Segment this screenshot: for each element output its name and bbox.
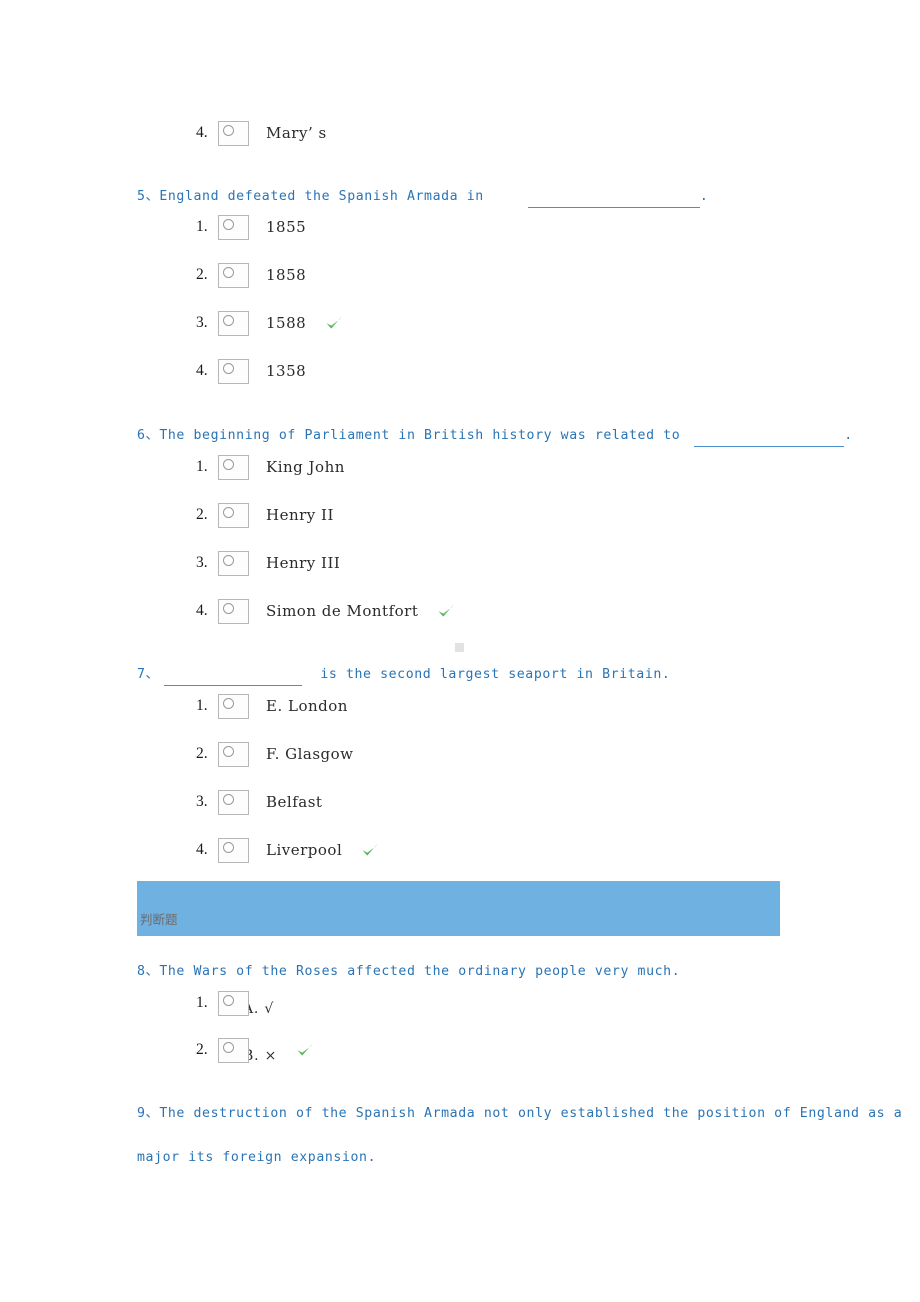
question-text: England defeated the Spanish Armada in [159,189,484,204]
option-label: E. London [266,697,348,715]
option-label: Mary’ s [266,124,327,142]
section-banner-label: 判断题 [140,912,178,927]
exam-page: 4. Mary’ s 5、England defeated the Spanis… [0,0,920,1302]
option-index: 1. [196,994,208,1011]
question-text-tail: is the second largest seaport in Britain… [320,667,671,682]
question-stem-8: 8、The Wars of the Roses affected the ord… [137,961,680,983]
option-label: 1358 [266,362,307,380]
correct-answer-check-icon [360,840,380,860]
question-text-tail: . [699,189,709,204]
radio-button[interactable] [218,1037,249,1063]
question-text: The beginning of Parliament in British h… [159,428,681,443]
list-item[interactable]: 2. 1858 [196,260,306,290]
correct-answer-check-icon [436,601,456,621]
question-text: The destruction of the Spanish Armada no… [137,1106,903,1165]
option-label: 1588 [266,314,307,332]
question-number: 9、 [137,1106,160,1121]
option-label: 1855 [266,218,307,236]
option-index: 3. [196,314,208,331]
radio-button[interactable] [218,454,249,480]
option-label: Henry II [266,506,334,524]
question-stem-5: 5、England defeated the Spanish Armada in… [137,186,708,208]
option-index: 3. [196,554,208,571]
option-label: Henry III [266,554,341,572]
answer-blank [694,431,845,447]
option-index: 2. [196,266,208,283]
question-number: 8、 [137,964,160,979]
radio-button[interactable] [218,358,249,384]
option-label: King John [266,458,345,476]
question-text-tail: . [844,428,853,443]
option-index: 4. [196,124,208,141]
question-number: 6、 [137,428,160,443]
radio-button[interactable] [218,310,249,336]
list-item[interactable]: 1. E. London [196,691,348,721]
radio-button[interactable] [218,741,249,767]
option-index: 1. [196,458,208,475]
option-label: Liverpool [266,841,343,859]
radio-button[interactable] [218,990,249,1016]
radio-button[interactable] [218,120,249,146]
question-number: 7、 [137,667,160,682]
list-item[interactable]: 1. 1855 [196,212,306,242]
answer-blank [164,670,303,686]
radio-button[interactable] [218,550,249,576]
list-item[interactable]: 3. 1588 [196,308,344,338]
option-index: 4. [196,362,208,379]
correct-answer-check-icon [295,1040,315,1060]
list-item[interactable]: 3. Belfast [196,787,322,817]
option-label: 1858 [266,266,307,284]
radio-button[interactable] [218,789,249,815]
correct-answer-check-icon [324,313,344,333]
question-text: The Wars of the Roses affected the ordin… [159,964,681,979]
list-item[interactable]: 1. King John [196,452,345,482]
option-label: F. Glasgow [266,745,354,763]
radio-button[interactable] [218,502,249,528]
question-stem-6: 6、The beginning of Parliament in British… [137,425,853,447]
option-index: 2. [196,506,208,523]
question-stem-7: 7、 is the second largest seaport in Brita… [137,664,670,686]
list-item[interactable]: 2. B. × [196,1035,315,1065]
option-index: 1. [196,218,208,235]
list-item[interactable]: 4. Simon de Montfort [196,596,456,626]
option-label: Simon de Montfort [266,602,419,620]
stray-artifact [455,643,464,652]
option-index: 4. [196,602,208,619]
option-index: 1. [196,697,208,714]
list-item[interactable]: 4. 1358 [196,356,306,386]
list-item[interactable]: 3. Henry III [196,548,340,578]
list-item[interactable]: 4. Mary’ s [196,118,327,148]
option-index: 3. [196,793,208,810]
option-index: 2. [196,745,208,762]
answer-blank [527,192,700,208]
section-banner-true-false: 判断题 [137,881,780,936]
option-index: 2. [196,1041,208,1058]
radio-button[interactable] [218,214,249,240]
radio-button[interactable] [218,262,249,288]
list-item[interactable]: 4. Liverpool [196,835,380,865]
option-index: 4. [196,841,208,858]
list-item[interactable]: 2. F. Glasgow [196,739,354,769]
option-label: Belfast [266,793,323,811]
radio-button[interactable] [218,693,249,719]
radio-button[interactable] [218,598,249,624]
list-item[interactable]: 2. Henry II [196,500,334,530]
radio-button[interactable] [218,837,249,863]
question-stem-9: 9、The destruction of the Spanish Armada … [137,1092,920,1180]
list-item[interactable]: 1. A. √ [196,988,274,1018]
question-number: 5、 [137,189,160,204]
